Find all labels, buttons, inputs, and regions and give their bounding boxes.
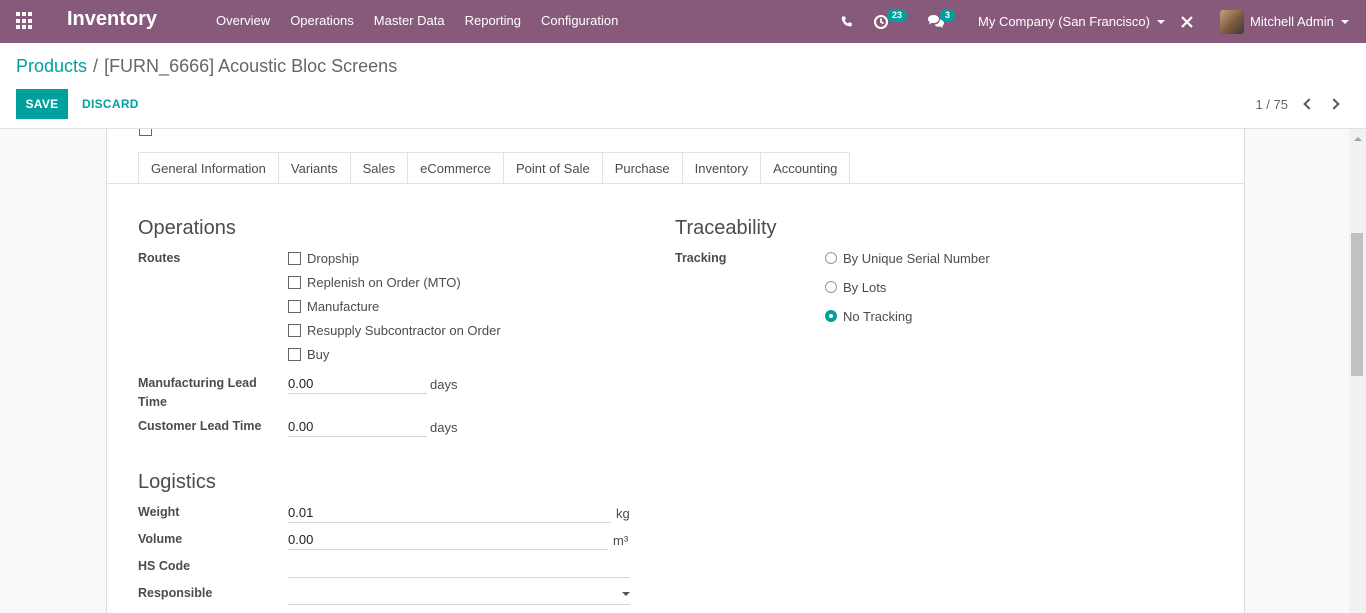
volume-unit: m³	[613, 533, 629, 548]
route-label: Manufacture	[307, 298, 380, 314]
discard-button[interactable]: DISCARD	[76, 89, 145, 119]
debug-tools-icon[interactable]	[1180, 0, 1194, 43]
menu-configuration[interactable]: Configuration	[531, 0, 628, 43]
mfg-lead-time-label-line1: Manufacturing Lead	[138, 376, 257, 390]
user-avatar	[1220, 9, 1244, 34]
breadcrumb-separator: /	[93, 56, 99, 76]
chevron-right-icon	[1328, 98, 1340, 110]
menu-master-data[interactable]: Master Data	[364, 0, 455, 43]
tab-general-information[interactable]: General Information	[138, 152, 278, 184]
tracking-lots-radio[interactable]: By Lots	[825, 279, 886, 295]
customer-lead-time-label: Customer Lead Time	[138, 419, 262, 433]
customer-lead-time-unit: days	[430, 420, 458, 435]
route-resupply-checkbox[interactable]: Resupply Subcontractor on Order	[288, 322, 501, 338]
mfg-lead-time-unit: days	[430, 377, 458, 392]
activity-clock-icon[interactable]	[873, 0, 889, 43]
mfg-lead-time-input[interactable]: 0.00	[288, 374, 427, 394]
route-dropship-checkbox[interactable]: Dropship	[288, 250, 359, 266]
tab-point-of-sale[interactable]: Point of Sale	[502, 152, 602, 184]
radio-button[interactable]	[825, 281, 837, 293]
checkbox-box[interactable]	[288, 323, 301, 337]
hs-code-input[interactable]	[288, 558, 630, 578]
responsible-label: Responsible	[138, 586, 213, 600]
pager-previous-button[interactable]	[1300, 95, 1316, 113]
save-button[interactable]: SAVE	[16, 89, 68, 119]
messages-chat-icon[interactable]	[927, 0, 945, 43]
customer-lead-time-input[interactable]: 0.00	[288, 417, 427, 437]
route-mto-checkbox[interactable]: Replenish on Order (MTO)	[288, 274, 461, 290]
route-buy-checkbox[interactable]: Buy	[288, 346, 329, 362]
breadcrumb-current-record: [FURN_6666] Acoustic Bloc Screens	[104, 56, 398, 76]
logistics-title: Logistics	[138, 471, 216, 493]
route-label: Dropship	[307, 250, 360, 266]
activity-count-badge: 23	[887, 9, 908, 22]
routes-label: Routes	[138, 251, 181, 265]
scroll-up-arrow-icon[interactable]	[1354, 137, 1362, 141]
tab-inventory[interactable]: Inventory	[681, 152, 761, 184]
route-label: Resupply Subcontractor on Order	[307, 322, 501, 338]
top-navbar: Inventory Overview Operations Master Dat…	[0, 0, 1366, 43]
caret-down-icon	[1340, 19, 1349, 24]
breadcrumb-products-link[interactable]: Products	[16, 56, 87, 76]
tabs-divider	[107, 183, 1244, 184]
weight-label: Weight	[138, 505, 180, 519]
pager-next-button[interactable]	[1328, 95, 1344, 113]
main-menu: Overview Operations Master Data Reportin…	[206, 0, 628, 43]
volume-label: Volume	[138, 532, 183, 546]
tab-purchase[interactable]: Purchase	[601, 152, 682, 184]
breadcrumb: Products / [FURN_6666] Acoustic Bloc Scree…	[16, 56, 397, 77]
notebook-tabs: General Information Variants Sales eComm…	[138, 152, 851, 184]
operations-title: Operations	[138, 217, 236, 239]
caret-down-icon[interactable]	[622, 592, 630, 596]
checkbox-box[interactable]	[288, 347, 301, 361]
tracking-none-radio[interactable]: No Tracking	[825, 308, 912, 324]
weight-unit: kg	[616, 506, 630, 521]
tab-ecommerce[interactable]: eCommerce	[407, 152, 503, 184]
menu-overview[interactable]: Overview	[206, 0, 280, 43]
phone-icon[interactable]	[840, 0, 854, 43]
hs-code-label: HS Code	[138, 559, 191, 573]
user-name: Mitchell Admin	[1250, 14, 1334, 29]
company-switcher[interactable]: My Company (San Francisco)	[978, 0, 1165, 43]
menu-operations[interactable]: Operations	[280, 0, 364, 43]
tracking-serial-radio[interactable]: By Unique Serial Number	[825, 250, 990, 266]
route-label: Buy	[307, 346, 330, 362]
radio-button[interactable]	[825, 252, 837, 264]
tab-accounting[interactable]: Accounting	[760, 152, 851, 184]
radio-label: No Tracking	[843, 308, 913, 324]
apps-menu-icon[interactable]	[16, 12, 34, 30]
pager-value[interactable]: 1 / 75	[1255, 97, 1288, 112]
weight-input[interactable]: 0.01	[288, 503, 611, 523]
route-manufacture-checkbox[interactable]: Manufacture	[288, 298, 379, 314]
chevron-left-icon	[1303, 98, 1315, 110]
vertical-scrollbar[interactable]	[1349, 129, 1366, 613]
app-name[interactable]: Inventory	[67, 8, 157, 31]
traceability-title: Traceability	[675, 217, 777, 239]
radio-label: By Unique Serial Number	[843, 250, 990, 266]
checkbox-box[interactable]	[288, 299, 301, 313]
scrollbar-thumb[interactable]	[1351, 233, 1363, 376]
responsible-select[interactable]	[288, 585, 630, 605]
route-label: Replenish on Order (MTO)	[307, 274, 461, 290]
partially-hidden-checkbox[interactable]	[139, 129, 152, 136]
control-panel: Products / [FURN_6666] Acoustic Bloc Scree…	[0, 43, 1366, 129]
volume-input[interactable]: 0.00	[288, 530, 608, 550]
tab-variants[interactable]: Variants	[277, 152, 350, 184]
menu-reporting[interactable]: Reporting	[455, 0, 531, 43]
caret-down-icon	[1156, 19, 1165, 24]
message-count-badge: 3	[940, 9, 956, 22]
company-name: My Company (San Francisco)	[978, 14, 1150, 29]
checkbox-box[interactable]	[288, 275, 301, 289]
mfg-lead-time-label-line2: Time	[138, 395, 167, 409]
radio-label: By Lots	[843, 279, 887, 295]
tracking-label: Tracking	[675, 251, 727, 265]
radio-button-checked[interactable]	[825, 310, 837, 322]
form-sheet: General Information Variants Sales eComm…	[106, 129, 1245, 613]
tab-sales[interactable]: Sales	[349, 152, 408, 184]
user-menu[interactable]: Mitchell Admin	[1220, 0, 1349, 43]
checkbox-box[interactable]	[288, 251, 301, 265]
